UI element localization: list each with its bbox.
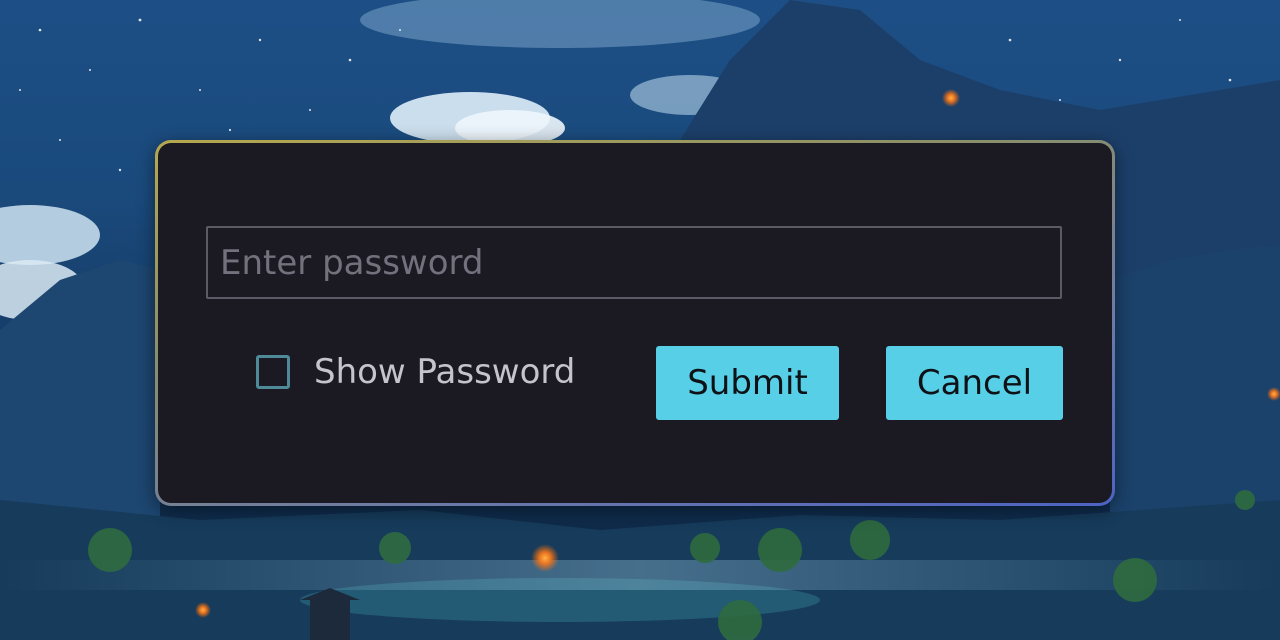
- submit-button[interactable]: Submit: [656, 346, 839, 420]
- password-input[interactable]: [206, 226, 1062, 299]
- cancel-button[interactable]: Cancel: [886, 346, 1063, 420]
- checkbox-box[interactable]: [256, 355, 290, 389]
- password-dialog: [155, 140, 1115, 506]
- show-password-checkbox[interactable]: Show Password: [256, 350, 575, 394]
- show-password-label: Show Password: [314, 352, 576, 392]
